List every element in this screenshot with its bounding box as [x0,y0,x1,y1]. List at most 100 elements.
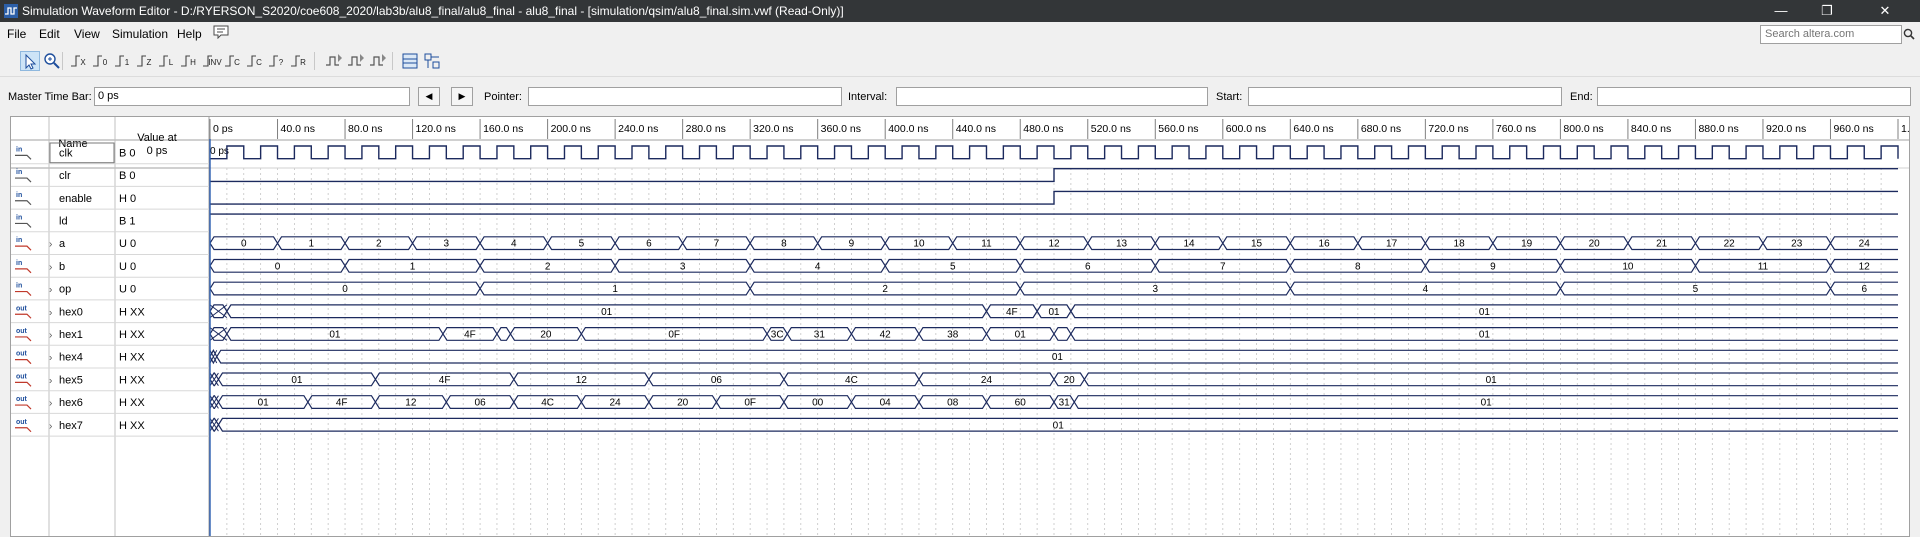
waveform-clk[interactable] [210,145,1899,160]
overwrite-clock-button[interactable]: C [246,51,266,71]
svg-text:C: C [256,58,262,67]
selection-tool-button[interactable] [20,51,40,71]
pin-direction-text: out [16,328,28,335]
count-value-button[interactable]: C [224,51,244,71]
pin-lead [15,404,32,410]
bus-value-label: 21 [1656,239,1668,250]
expand-chevron-icon[interactable]: › [49,262,52,273]
expand-chevron-icon[interactable]: › [49,285,52,296]
expand-chevron-icon[interactable]: › [49,307,52,318]
expand-chevron-icon[interactable]: › [49,398,52,409]
master-time-marker-label: 0 ps [210,146,229,157]
close-button[interactable]: ✕ [1850,0,1920,22]
bus-value-label: 4F [336,398,348,409]
run-functional-simulation-button[interactable] [324,51,344,71]
next-transition-button[interactable]: ▶ [451,87,473,106]
bus-value-label: 2 [376,239,382,250]
bus-value-label: 20 [1589,239,1601,250]
generate-netlist-button[interactable] [368,51,388,71]
snap-to-grid-button[interactable] [400,51,420,71]
time-tick-label: 360.0 ns [821,123,861,135]
output-bus-icon: out [15,328,32,342]
toolbar-separator [392,52,393,70]
signal-row-hex1[interactable]: out › hex1 H XX [11,328,209,346]
bus-value-label: 08 [947,398,959,409]
force-weak-high-button[interactable]: H [180,51,200,71]
expand-chevron-icon[interactable]: › [49,353,52,364]
waveform-hex0[interactable]: 01 4F 01 01 [209,304,1898,319]
random-values-icon: ? [269,55,284,67]
force-high-button[interactable]: 1 [114,51,134,71]
force-unknown-icon: X [71,55,86,67]
pin-direction-text: out [16,396,28,403]
signal-name: hex4 [59,352,83,364]
bus-value-label: 01 [601,307,613,318]
signal-row-hex5[interactable]: out › hex5 H XX [11,373,209,392]
grid-settings-button[interactable] [422,51,442,71]
signal-row-a[interactable]: in › a U 0 [11,237,209,255]
pointer-field[interactable] [528,87,842,106]
force-low-button[interactable]: 0 [92,51,112,71]
bus-value-label: 04 [880,398,892,409]
menu-view[interactable]: View [74,27,100,41]
bus-value-label: 0F [668,329,680,340]
signal-row-hex7[interactable]: out › hex7 H XX [11,419,209,437]
expand-chevron-icon[interactable]: › [49,330,52,341]
menu-file[interactable]: File [7,27,26,41]
signal-row-op[interactable]: in › op U 0 [11,283,209,301]
pin-lead [15,427,32,433]
zoom-tool-button[interactable] [42,51,62,71]
signal-row-clk[interactable]: in clk B 0 [11,142,209,165]
master-time-bar-field[interactable]: 0 ps [94,87,410,106]
bus-value-label: 15 [1251,239,1263,250]
start-field[interactable] [1248,87,1562,106]
bus-value-label: 6 [1085,261,1091,272]
expand-chevron-icon[interactable]: › [49,375,52,386]
minimize-button[interactable]: — [1758,0,1804,22]
bus-value-label: 12 [405,398,417,409]
previous-transition-button[interactable]: ◀ [418,87,440,106]
help-chat-icon[interactable] [213,25,229,39]
expand-chevron-icon[interactable]: › [49,239,52,250]
zoom-tool-icon [44,53,60,69]
waveform-panel: Name Value at 0 ps 0 ps 0 ps 40.0 ns 80.0 … [10,116,1910,537]
maximize-button[interactable]: ❐ [1804,0,1850,22]
signal-row-enable[interactable]: in enable H 0 [11,192,209,210]
bus-value-label: 19 [1521,239,1533,250]
expand-chevron-icon[interactable]: › [49,421,52,432]
signal-row-hex0[interactable]: out › hex0 H XX [11,305,209,324]
signal-row-hex6[interactable]: out › hex6 H XX [11,396,209,414]
bus-value-label: 0 [241,239,247,250]
arbitrary-value-button[interactable]: R [290,51,310,71]
menu-edit[interactable]: Edit [39,27,60,41]
force-unknown-button[interactable]: X [70,51,90,71]
signal-row-ld[interactable]: in ld B 1 [11,214,209,233]
waveform-hex6[interactable]: 01 4F 12 06 4C 24 20 0F 00 04 08 60 31 01 [209,395,1898,409]
bus-value-label: 0F [744,398,756,409]
search-input[interactable] [1761,26,1901,41]
waveform-b[interactable]: 0 1 2 3 4 5 6 7 8 9 10 11 12 [209,258,1898,273]
menu-simulation[interactable]: Simulation [112,27,168,41]
menu-help[interactable]: Help [177,27,202,41]
bus-value-label: 9 [849,239,855,250]
run-timing-simulation-button[interactable] [346,51,366,71]
force-weak-low-button[interactable]: L [158,51,178,71]
bus-value-label: 4 [815,261,821,272]
bus-value-label: 0 [275,261,281,272]
force-high-impedance-button[interactable]: Z [136,51,156,71]
random-values-button[interactable]: ? [268,51,288,71]
signal-row-b[interactable]: in › b U 0 [11,260,209,278]
bus-value-label: 11 [1758,261,1769,272]
waveform-hex4[interactable]: 01 [209,349,1898,365]
signal-row-hex4[interactable]: out › hex4 H XX [11,351,209,369]
bus-value-label: 4F [464,329,476,340]
end-field[interactable] [1597,87,1911,106]
bus-value-label: 14 [1183,239,1195,250]
signal-row-clr[interactable]: in clr B 0 [11,169,209,187]
time-tick-label: 720.0 ns [1428,123,1468,135]
search-icon[interactable] [1903,28,1915,40]
invert-button[interactable]: INV [202,51,222,71]
generate-netlist-icon [370,54,386,66]
time-tick-label: 880.0 ns [1698,123,1738,135]
interval-field[interactable] [896,87,1208,106]
